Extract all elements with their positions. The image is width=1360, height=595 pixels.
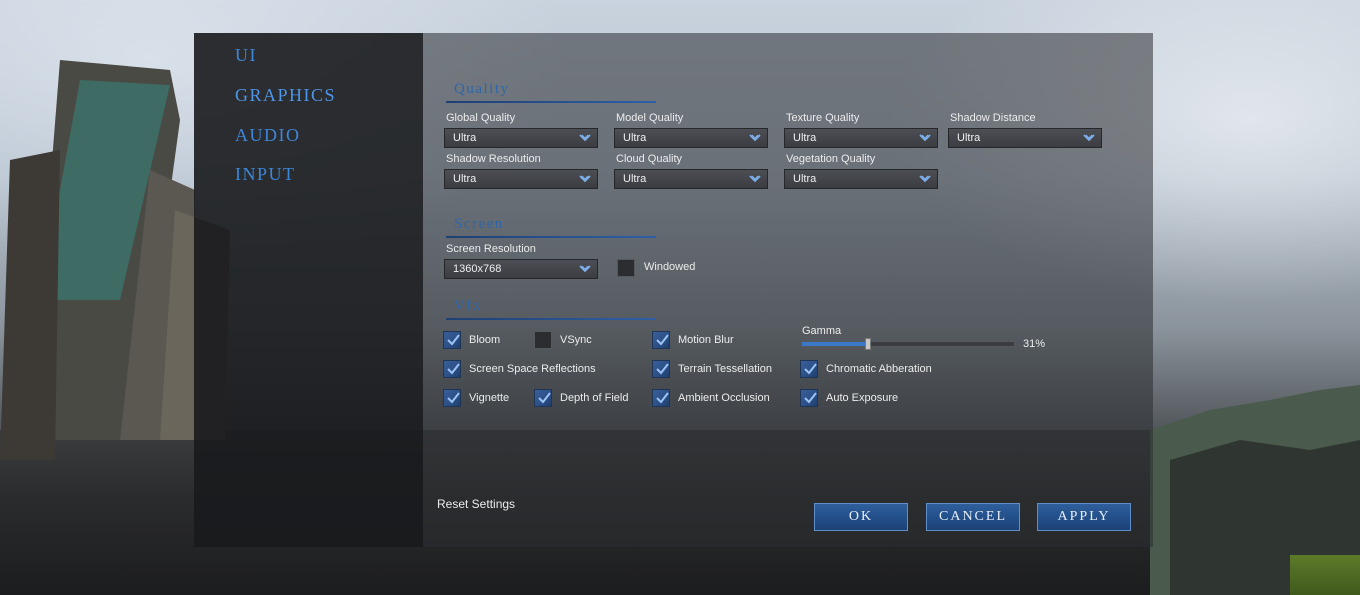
texture-quality-value: Ultra [793,132,817,144]
gamma-label: Gamma [802,325,842,337]
section-rule-quality [446,101,656,103]
ssr-checkbox[interactable] [443,360,461,378]
gamma-slider[interactable] [801,338,1015,350]
global-quality-value: Ultra [453,132,477,144]
check-icon [804,392,817,404]
screen-resolution-select[interactable]: 1360x768 [444,259,598,279]
bloom-checkbox[interactable] [443,331,461,349]
gamma-slider-fill [802,342,868,346]
global-quality-label: Global Quality [446,112,516,124]
reset-settings-link[interactable]: Reset Settings [437,497,515,511]
vsync-checkbox[interactable] [534,331,552,349]
terrain-tessellation-label: Terrain Tessellation [678,363,772,375]
vegetation-quality-select[interactable]: Ultra [784,169,938,189]
chevron-down-icon [579,134,591,142]
chevron-down-icon [1083,134,1095,142]
background-grass [1290,555,1360,595]
cancel-button[interactable]: CANCEL [926,503,1020,531]
depth-of-field-label: Depth of Field [560,392,629,404]
cloud-quality-value: Ultra [623,173,647,185]
ok-button[interactable]: OK [814,503,908,531]
chevron-down-icon [919,175,931,183]
motion-blur-checkbox[interactable] [652,331,670,349]
settings-dialog: UI GRAPHICS AUDIO INPUT Quality Global Q… [194,33,1153,547]
model-quality-value: Ultra [623,132,647,144]
shadow-distance-select[interactable]: Ultra [948,128,1102,148]
gamma-slider-thumb[interactable] [864,338,871,350]
vegetation-quality-value: Ultra [793,173,817,185]
screen-resolution-value: 1360x768 [453,263,502,275]
settings-sidebar: UI GRAPHICS AUDIO INPUT [194,33,423,547]
section-rule-screen [446,236,656,238]
ambient-occlusion-checkbox[interactable] [652,389,670,407]
cloud-quality-select[interactable]: Ultra [614,169,768,189]
check-icon [656,334,669,346]
auto-exposure-checkbox[interactable] [800,389,818,407]
nav-item-audio[interactable]: AUDIO [235,125,301,146]
nav-item-ui[interactable]: UI [235,45,257,66]
apply-button[interactable]: APPLY [1037,503,1131,531]
gamma-value: 31% [1023,338,1046,350]
vignette-checkbox[interactable] [443,389,461,407]
check-icon [447,392,460,404]
bloom-label: Bloom [469,334,501,346]
global-quality-select[interactable]: Ultra [444,128,598,148]
vignette-label: Vignette [469,392,510,404]
vegetation-quality-label: Vegetation Quality [786,153,876,165]
chevron-down-icon [749,134,761,142]
shadow-resolution-value: Ultra [453,173,477,185]
check-icon [447,334,460,346]
section-rule-vfx [446,318,656,320]
section-title-quality: Quality [454,81,510,97]
depth-of-field-checkbox[interactable] [534,389,552,407]
motion-blur-label: Motion Blur [678,334,734,346]
windowed-checkbox[interactable] [617,259,635,277]
texture-quality-label: Texture Quality [786,112,860,124]
section-title-screen: Screen [454,216,504,232]
ssr-label: Screen Space Reflections [469,363,596,375]
check-icon [656,392,669,404]
check-icon [804,363,817,375]
chromatic-abberation-checkbox[interactable] [800,360,818,378]
texture-quality-select[interactable]: Ultra [784,128,938,148]
windowed-label: Windowed [644,261,696,273]
nav-item-input[interactable]: INPUT [235,164,296,185]
vsync-label: VSync [560,334,592,346]
cloud-quality-label: Cloud Quality [616,153,683,165]
check-icon [447,363,460,375]
shadow-distance-value: Ultra [957,132,981,144]
chromatic-abberation-label: Chromatic Abberation [826,363,932,375]
chevron-down-icon [919,134,931,142]
auto-exposure-label: Auto Exposure [826,392,899,404]
chevron-down-icon [579,265,591,273]
check-icon [656,363,669,375]
terrain-tessellation-checkbox[interactable] [652,360,670,378]
model-quality-label: Model Quality [616,112,684,124]
chevron-down-icon [749,175,761,183]
screen-resolution-label: Screen Resolution [446,243,536,255]
nav-item-graphics[interactable]: GRAPHICS [235,85,336,106]
shadow-resolution-select[interactable]: Ultra [444,169,598,189]
shadow-distance-label: Shadow Distance [950,112,1036,124]
check-icon [538,392,551,404]
section-title-vfx: Vfx [454,298,482,314]
chevron-down-icon [579,175,591,183]
shadow-resolution-label: Shadow Resolution [446,153,541,165]
model-quality-select[interactable]: Ultra [614,128,768,148]
ambient-occlusion-label: Ambient Occlusion [678,392,770,404]
